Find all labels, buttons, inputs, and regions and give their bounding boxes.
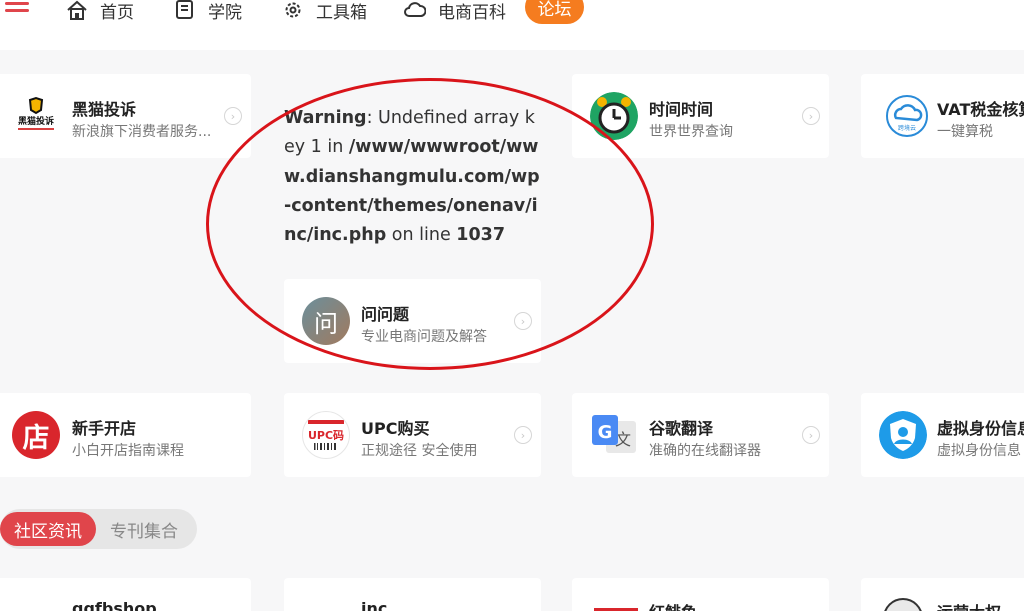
shield-user-icon	[879, 411, 927, 459]
nav-toolbox-label: 工具箱	[316, 2, 367, 23]
community-tabs: 社区资讯 专刊集合	[0, 509, 197, 549]
chevron-right-icon: ›	[514, 426, 532, 444]
virtual-id-desc: 虚拟身份信息	[937, 443, 1021, 459]
heimao-logo-icon: 黑猫投诉	[14, 92, 58, 140]
inc-title: inc	[361, 599, 388, 611]
time-desc: 世界世界查询	[649, 124, 733, 140]
gqfbshop-title: gqfbshop	[72, 599, 157, 611]
php-warning-message: Warning: Undefined array key 1 in /www/w…	[284, 104, 542, 250]
virtual-id-title: 虚拟身份信息	[937, 419, 1024, 438]
red-herring-title: 红鲱鱼	[649, 599, 697, 611]
tab-special-collection[interactable]: 专刊集合	[110, 509, 178, 549]
vat-title: VAT税金核算	[937, 100, 1024, 119]
nav-toolbox[interactable]: 工具箱	[282, 0, 367, 23]
site-card-red-herring[interactable]: 红鲱鱼	[572, 578, 829, 611]
site-card-upc[interactable]: UPC码 UPC购买 正规途径 安全使用 ›	[284, 393, 541, 477]
nav-academy[interactable]: 学院	[174, 0, 242, 23]
wenti-title: 问问题	[361, 305, 410, 324]
upc-logo-icon: UPC码	[302, 411, 350, 459]
time-title: 时间时间	[649, 100, 714, 119]
operations-title: 运营大权	[937, 599, 1001, 611]
menu-icon[interactable]	[5, 2, 29, 18]
vat-desc: 一键算税	[937, 124, 993, 140]
xinshou-title: 新手开店	[72, 419, 137, 438]
heimao-logo-text: 黑猫投诉	[18, 115, 54, 127]
home-icon	[66, 0, 88, 21]
upc-title: UPC购买	[361, 419, 430, 438]
wenti-desc: 专业电商问题及解答	[361, 329, 487, 345]
site-card-google-translate[interactable]: 文G 谷歌翻译 准确的在线翻译器 ›	[572, 393, 829, 477]
book-icon	[174, 0, 196, 21]
upc-logo-text: UPC码	[308, 429, 344, 442]
wenti-logo-icon: 问	[302, 297, 350, 345]
google-translate-icon: 文G	[590, 411, 638, 459]
cloud-logo-icon: 跨境云	[883, 92, 931, 140]
site-card-wenti[interactable]: 问 问问题 专业电商问题及解答 ›	[284, 279, 541, 363]
heimao-desc: 新浪旗下消费者服务...	[72, 124, 212, 140]
site-card-time[interactable]: 时间时间 世界世界查询 ›	[572, 74, 829, 158]
site-card-operations[interactable]: 运营大权	[861, 578, 1024, 611]
nav-academy-label: 学院	[208, 2, 242, 23]
site-card-heimao[interactable]: 黑猫投诉 黑猫投诉 新浪旗下消费者服务... ›	[0, 74, 251, 158]
google-translate-title: 谷歌翻译	[649, 419, 714, 438]
tab-community-news[interactable]: 社区资讯	[0, 512, 96, 546]
nav-home-label: 首页	[100, 2, 134, 23]
heimao-title: 黑猫投诉	[72, 100, 137, 119]
xinshou-desc: 小白开店指南课程	[72, 443, 184, 459]
alarm-clock-icon	[590, 92, 638, 140]
site-card-vat[interactable]: 跨境云 VAT税金核算 一键算税	[861, 74, 1024, 158]
vat-logo-text: 跨境云	[898, 124, 916, 132]
site-card-virtual-id[interactable]: 虚拟身份信息 虚拟身份信息	[861, 393, 1024, 477]
chevron-right-icon: ›	[224, 107, 242, 125]
nav-forum-button[interactable]: 论坛	[525, 0, 584, 24]
svg-text:G: G	[598, 422, 613, 443]
site-card-gqfbshop[interactable]: gqfbshop	[0, 578, 251, 611]
upc-desc: 正规途径 安全使用	[361, 443, 478, 459]
chevron-right-icon: ›	[802, 426, 820, 444]
top-navigation: 首页 学院 工具箱 电商百科 论坛	[0, 0, 1024, 50]
warning-line-text: on line	[386, 225, 457, 246]
warning-line-number: 1037	[456, 225, 506, 246]
nav-encyclopedia[interactable]: 电商百科	[404, 0, 506, 23]
site-card-xinshou[interactable]: 店 新手开店 小白开店指南课程	[0, 393, 251, 477]
avatar	[883, 598, 923, 611]
gear-icon	[282, 0, 304, 21]
warning-label: Warning	[284, 108, 367, 128]
nav-encyclopedia-label: 电商百科	[438, 2, 506, 23]
nav-home[interactable]: 首页	[66, 0, 134, 23]
site-card-inc[interactable]: inc	[284, 578, 541, 611]
store-logo-icon: 店	[12, 411, 60, 459]
chevron-right-icon: ›	[514, 312, 532, 330]
cloud-icon	[404, 0, 426, 21]
google-translate-desc: 准确的在线翻译器	[649, 443, 761, 459]
chevron-right-icon: ›	[802, 107, 820, 125]
